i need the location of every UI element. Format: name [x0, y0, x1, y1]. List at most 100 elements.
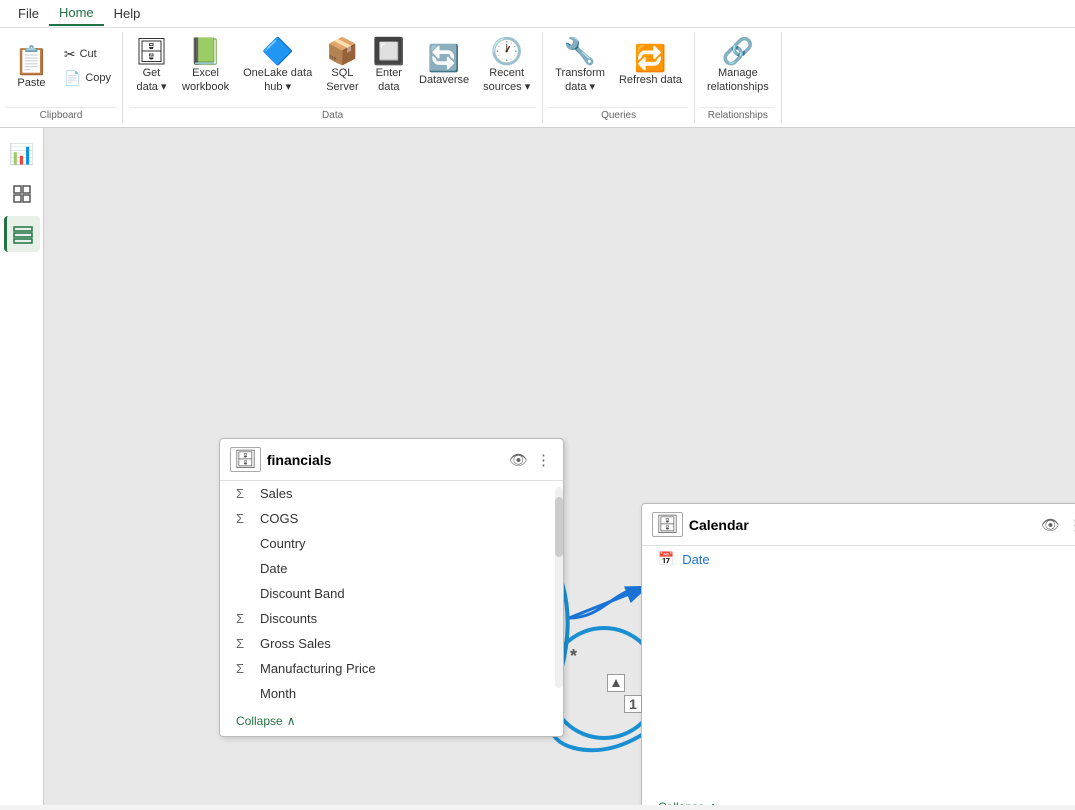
calendar-date-icon: 📅 [658, 551, 674, 567]
financials-collapse-label: Collapse [236, 714, 283, 728]
sql-icon: 📦 [326, 38, 358, 64]
financials-card: 🗄 financials 👁 ⋮ Σ Sales Σ COGS Country [219, 438, 564, 737]
data-group-label: Data [129, 107, 536, 123]
queries-group-label: Queries [549, 107, 688, 123]
refresh-icon: 🔁 [634, 45, 666, 71]
nav-data[interactable] [4, 176, 40, 212]
calendar-table-icon: 🗄 [652, 512, 683, 537]
sql-server-button[interactable]: 📦 SQLServer [320, 32, 364, 100]
financials-eye-button[interactable]: 👁 [507, 449, 530, 471]
cut-button[interactable]: ✂ Cut [59, 43, 116, 65]
field-manufacturing-price[interactable]: Σ Manufacturing Price [220, 656, 563, 681]
calendar-collapse-button[interactable]: Collapse ∧ [642, 792, 1075, 805]
field-date-label: Date [260, 561, 287, 576]
calendar-collapse-label: Collapse [658, 800, 705, 805]
transform-icon: 🔧 [564, 38, 596, 64]
collapse-chevron-icon: ∧ [287, 714, 296, 728]
calendar-more-button[interactable]: ⋮ [1066, 514, 1075, 536]
ribbon: 📋 Paste ✂ Cut 📄 Copy Cl [0, 28, 1075, 128]
financials-collapse-button[interactable]: Collapse ∧ [220, 706, 563, 736]
get-data-label: Getdata ▾ [137, 66, 167, 95]
menu-home[interactable]: Home [49, 1, 104, 26]
menu-help[interactable]: Help [104, 2, 151, 25]
copy-label: Copy [85, 72, 111, 84]
dataverse-button[interactable]: 🔄 Dataverse [413, 32, 475, 100]
cut-icon: ✂ [64, 46, 76, 63]
get-data-button[interactable]: 🗄 Getdata ▾ [129, 32, 174, 100]
manage-rel-label: Managerelationships [707, 66, 769, 95]
paste-button[interactable]: 📋 Paste [6, 32, 57, 100]
field-sales[interactable]: Σ Sales [220, 481, 563, 506]
sigma-icon-discounts: Σ [236, 611, 252, 626]
calendar-card-header: 🗄 Calendar 👁 ⋮ [642, 504, 1075, 546]
field-gross-sales-label: Gross Sales [260, 636, 331, 651]
enter-data-button[interactable]: 🔲 Enterdata [367, 32, 411, 100]
sigma-icon-mfg-price: Σ [236, 661, 252, 676]
field-mfg-price-label: Manufacturing Price [260, 661, 376, 676]
field-discounts[interactable]: Σ Discounts [220, 606, 563, 631]
field-cogs[interactable]: Σ COGS [220, 506, 563, 531]
ribbon-group-data: 🗄 Getdata ▾ 📗 Excelworkbook 🔷 OneLake da… [123, 32, 543, 123]
field-country-label: Country [260, 536, 306, 551]
ribbon-group-clipboard: 📋 Paste ✂ Cut 📄 Copy Cl [0, 32, 123, 123]
calendar-field-date[interactable]: 📅 Date [642, 546, 1075, 572]
nav-report[interactable]: 📊 [4, 136, 40, 172]
ribbon-group-queries: 🔧 Transformdata ▾ 🔁 Refresh data Queries [543, 32, 695, 123]
field-cogs-label: COGS [260, 511, 298, 526]
field-country[interactable]: Country [220, 531, 563, 556]
arrow-up-connector [607, 674, 625, 692]
financials-scrollbar[interactable] [555, 487, 563, 688]
calendar-eye-button[interactable]: 👁 [1039, 514, 1062, 536]
canvas-area: * 1 🗄 financials 👁 ⋮ Σ Sales Σ COGS [44, 128, 1075, 805]
sigma-icon-cogs: Σ [236, 511, 252, 526]
field-discount-band-label: Discount Band [260, 586, 345, 601]
calendar-title: Calendar [689, 517, 1033, 533]
scrollbar-thumb [555, 497, 563, 557]
excel-icon: 📗 [189, 38, 221, 64]
menu-file[interactable]: File [8, 2, 49, 25]
enter-data-icon: 🔲 [373, 38, 405, 64]
nav-model[interactable] [4, 216, 40, 252]
cut-label: Cut [80, 48, 97, 60]
menu-bar: File Home Help [0, 0, 1075, 28]
onelake-label: OneLake datahub ▾ [243, 66, 312, 95]
recent-sources-button[interactable]: 🕐 Recentsources ▾ [477, 32, 536, 100]
financials-more-button[interactable]: ⋮ [534, 449, 553, 471]
sql-label: SQLServer [326, 66, 358, 95]
financials-card-header: 🗄 financials 👁 ⋮ [220, 439, 563, 481]
sigma-icon-gross-sales: Σ [236, 636, 252, 651]
refresh-label: Refresh data [619, 73, 682, 87]
cardinality-many: * [570, 646, 577, 667]
excel-workbook-button[interactable]: 📗 Excelworkbook [176, 32, 235, 100]
cardinality-one: 1 [624, 695, 642, 713]
field-month[interactable]: Month [220, 681, 563, 706]
manage-relationships-button[interactable]: 🔗 Managerelationships [701, 32, 775, 100]
relationships-group-label: Relationships [701, 107, 775, 123]
transform-data-button[interactable]: 🔧 Transformdata ▾ [549, 32, 611, 100]
onelake-icon: 🔷 [261, 38, 293, 64]
enter-data-label: Enterdata [376, 66, 402, 95]
field-gross-sales[interactable]: Σ Gross Sales [220, 631, 563, 656]
copy-icon: 📄 [64, 70, 81, 87]
recent-icon: 🕐 [491, 38, 523, 64]
clipboard-group-label: Clipboard [6, 107, 116, 123]
sigma-icon-sales: Σ [236, 486, 252, 501]
field-discount-band[interactable]: Discount Band [220, 581, 563, 606]
dataverse-label: Dataverse [419, 73, 469, 87]
onelake-button[interactable]: 🔷 OneLake datahub ▾ [237, 32, 318, 100]
field-discounts-label: Discounts [260, 611, 317, 626]
field-sales-label: Sales [260, 486, 293, 501]
manage-rel-icon: 🔗 [722, 38, 754, 64]
transform-label: Transformdata ▾ [555, 66, 605, 95]
field-month-label: Month [260, 686, 296, 701]
dataverse-icon: 🔄 [428, 45, 460, 71]
financials-table-icon: 🗄 [230, 447, 261, 472]
get-data-icon: 🗄 [135, 38, 168, 64]
refresh-data-button[interactable]: 🔁 Refresh data [613, 32, 688, 100]
excel-label: Excelworkbook [182, 66, 229, 95]
field-date[interactable]: Date [220, 556, 563, 581]
copy-button[interactable]: 📄 Copy [59, 67, 116, 89]
paste-icon: 📋 [14, 44, 49, 77]
calendar-collapse-chevron-icon: ∧ [709, 800, 718, 805]
main-area: 📊 * [0, 128, 1075, 805]
